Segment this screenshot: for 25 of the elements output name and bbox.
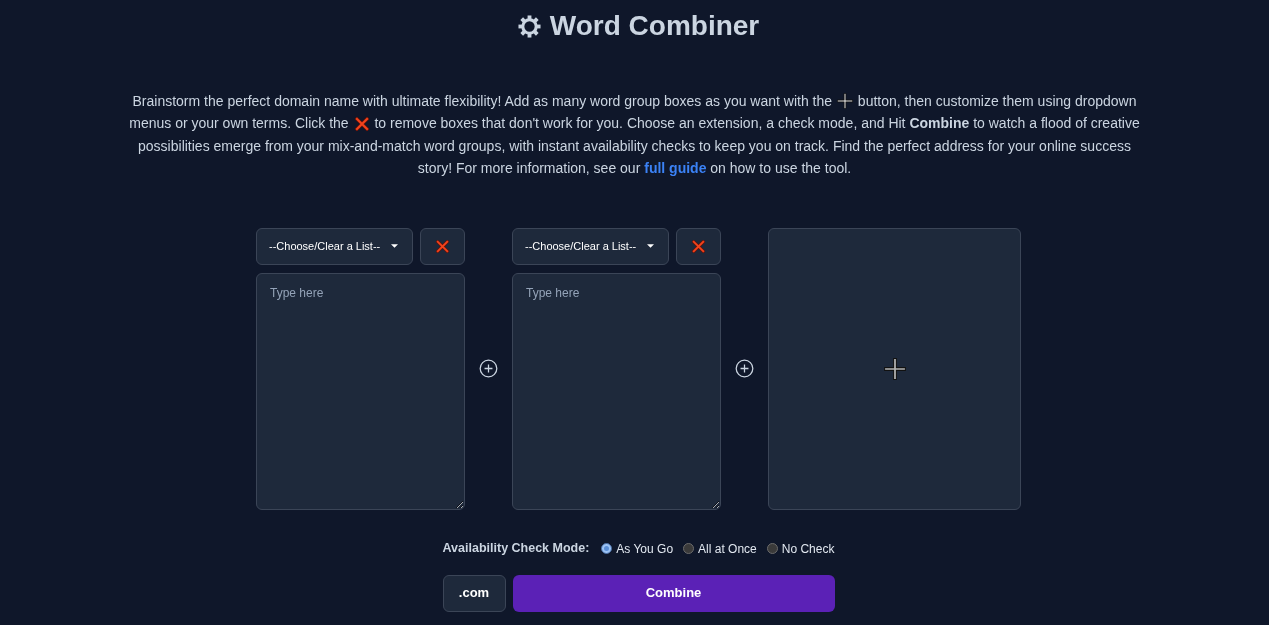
page-title: Word Combiner — [549, 9, 760, 43]
caret-icon — [647, 244, 654, 249]
plus-icon — [883, 357, 906, 380]
check-mode-option[interactable]: All at Once — [683, 539, 757, 558]
check-mode-label: Availability Check Mode: — [442, 540, 590, 558]
list-dropdown[interactable]: --Choose/Clear a List-- — [256, 227, 413, 265]
cross-icon — [436, 239, 449, 253]
cross-icon — [354, 117, 369, 132]
check-mode-option[interactable]: No Check — [766, 539, 835, 558]
word-list-field[interactable]: Type here — [256, 272, 465, 510]
remove-group-button[interactable] — [420, 227, 465, 265]
check-mode-option[interactable]: As You Go — [601, 539, 674, 558]
remove-group-button[interactable] — [676, 227, 721, 265]
plus-circle-icon — [735, 359, 754, 379]
caret-icon — [391, 244, 398, 249]
combine-button[interactable]: Combine — [512, 574, 835, 612]
gear-icon — [517, 14, 541, 38]
plus-icon — [836, 93, 853, 109]
full-guide-link[interactable]: full guide — [644, 160, 707, 177]
intro-text: Brainstorm the perfect domain name with ultimate flexibility! Add as many word group boxes as you want with the button, then customize them using dropdown menus or your own terms. Click the to remove boxes that don't work for you. Choose an extension, a check mode, and Hit Combine to watch a flood of creative possibilities emerge from your mix-and-match word groups, with instant availability checks to keep you on track. Find the perfect address for your online success story! For more information, see our full guide on how to use the tool. — [128, 92, 1141, 179]
cross-icon — [692, 239, 705, 253]
extension-select[interactable]: .com — [442, 574, 506, 612]
plus-circle-icon — [479, 359, 498, 379]
list-dropdown[interactable]: --Choose/Clear a List-- — [512, 227, 669, 265]
word-list-field[interactable]: Type here — [512, 272, 721, 510]
